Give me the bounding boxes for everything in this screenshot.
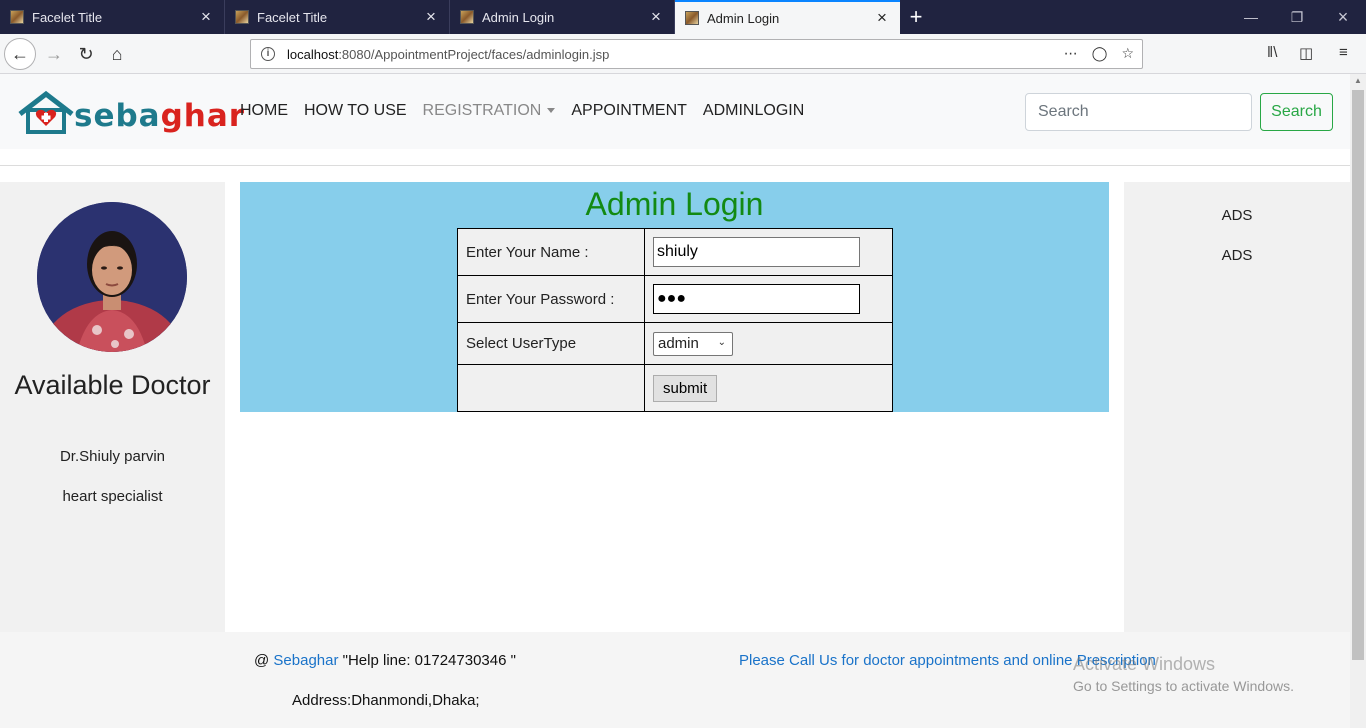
favicon-icon — [10, 10, 24, 24]
more-actions-icon[interactable]: ⋯ — [1064, 45, 1078, 62]
usertype-selected-value: admin — [658, 335, 699, 352]
ad-slot[interactable]: ADS — [1124, 247, 1350, 264]
sebaghar-logo[interactable]: sebaghar — [18, 88, 244, 136]
nav-adminlogin[interactable]: ADMINLOGIN — [703, 102, 804, 120]
doctor-specialty: heart specialist — [62, 488, 163, 505]
page-scrollbar[interactable]: ▲ — [1350, 74, 1366, 728]
tab-title: Facelet Title — [32, 9, 103, 25]
favicon-icon — [685, 11, 699, 25]
close-icon[interactable]: × — [423, 8, 439, 25]
activate-windows-subtext: Go to Settings to activate Windows. — [1073, 678, 1294, 694]
name-label: Enter Your Name : — [457, 228, 645, 276]
empty-cell — [457, 364, 645, 412]
nav-appointment[interactable]: APPOINTMENT — [571, 102, 687, 120]
favicon-icon — [235, 10, 249, 24]
forward-arrow-icon[interactable]: → — [38, 38, 70, 70]
browser-tab[interactable]: Facelet Title × — [0, 0, 225, 34]
web-page: sebaghar HOME HOW TO USE REGISTRATION AP… — [0, 74, 1350, 728]
footer-address: Address:Dhanmondi,Dhaka; — [292, 692, 480, 709]
ad-slot[interactable]: ADS — [1124, 207, 1350, 224]
browser-toolbar: ← → ↻ ⌂ i localhost:8080/AppointmentProj… — [0, 34, 1366, 74]
tab-title: Admin Login — [707, 10, 780, 26]
sidebar-icon[interactable]: ◫ — [1299, 44, 1313, 62]
home-icon[interactable]: ⌂ — [101, 38, 133, 70]
search-button[interactable]: Search — [1260, 93, 1333, 131]
password-input[interactable] — [653, 284, 860, 314]
doctor-avatar — [37, 202, 187, 352]
close-icon[interactable]: × — [198, 8, 214, 25]
main-menu: HOME HOW TO USE REGISTRATION APPOINTMENT… — [240, 102, 820, 120]
new-tab-icon[interactable]: + — [900, 0, 932, 34]
reload-icon[interactable]: ↻ — [70, 38, 102, 70]
browser-tab-bar: Facelet Title × Facelet Title × Admin Lo… — [0, 0, 1366, 34]
doctor-sidebar: Available Doctor Dr.Shiuly parvin heart … — [0, 182, 225, 632]
library-icon[interactable]: ‖\ — [1267, 44, 1277, 61]
hamburger-menu-icon[interactable]: ≡ — [1339, 44, 1348, 61]
browser-tab-active[interactable]: Admin Login × — [675, 0, 900, 34]
tab-title: Facelet Title — [257, 9, 328, 25]
info-icon[interactable]: i — [261, 47, 275, 61]
footer-brand-link[interactable]: Sebaghar — [273, 652, 338, 669]
helpline-text: "Help line: 01724730346 " — [342, 652, 516, 669]
divider — [0, 165, 1350, 166]
browser-tab[interactable]: Admin Login × — [450, 0, 675, 34]
pocket-icon[interactable]: ◯ — [1092, 45, 1108, 62]
close-window-icon[interactable]: × — [1320, 0, 1366, 34]
address-bar[interactable]: i localhost:8080/AppointmentProject/face… — [250, 39, 1143, 69]
usertype-label: Select UserType — [457, 322, 645, 365]
back-arrow-icon[interactable]: ← — [4, 38, 36, 70]
minimize-icon[interactable]: — — [1228, 0, 1274, 34]
admin-login-panel: Admin Login Enter Your Name : Enter Your… — [240, 182, 1109, 412]
nav-home[interactable]: HOME — [240, 102, 288, 120]
restore-icon[interactable]: ❐ — [1274, 0, 1320, 34]
activate-windows-watermark: Activate Windows — [1073, 654, 1216, 674]
doctor-name: Dr.Shiuly parvin — [59, 448, 166, 465]
nav-registration-dropdown[interactable]: REGISTRATION — [423, 102, 556, 120]
url-host: localhost — [287, 46, 339, 62]
chevron-down-icon: ⌄ — [717, 336, 726, 348]
password-label: Enter Your Password : — [457, 275, 645, 323]
url-path: :8080/AppointmentProject/faces/adminlogi… — [338, 46, 610, 62]
name-input[interactable] — [653, 237, 860, 267]
bookmark-star-icon[interactable]: ☆ — [1121, 45, 1134, 62]
favicon-icon — [460, 10, 474, 24]
page-title: Admin Login — [585, 186, 764, 222]
caret-down-icon — [547, 108, 556, 114]
site-footer: @ Sebaghar "Help line: 01724730346 " Ple… — [0, 632, 1350, 728]
scroll-up-arrow-icon[interactable]: ▲ — [1354, 76, 1362, 85]
ads-sidebar: ADS ADS — [1124, 182, 1350, 632]
browser-tab[interactable]: Facelet Title × — [225, 0, 450, 34]
scrollbar-thumb[interactable] — [1352, 90, 1364, 660]
usertype-select[interactable]: admin ⌄ — [653, 331, 733, 356]
close-icon[interactable]: × — [648, 8, 664, 25]
available-doctor-heading: Available Doctor — [14, 370, 211, 400]
search-input[interactable] — [1025, 93, 1252, 131]
tab-title: Admin Login — [482, 9, 555, 25]
submit-button[interactable]: submit — [653, 374, 718, 402]
logo-text: sebaghar — [74, 98, 246, 134]
close-icon[interactable]: × — [874, 9, 890, 26]
site-navbar: sebaghar HOME HOW TO USE REGISTRATION AP… — [0, 74, 1350, 149]
login-form-table: Enter Your Name : Enter Your Password : … — [457, 228, 893, 412]
footer-helpline: @ Sebaghar "Help line: 01724730346 " — [254, 652, 516, 669]
house-heart-logo-icon — [18, 90, 74, 134]
nav-how-to-use[interactable]: HOW TO USE — [304, 102, 407, 120]
